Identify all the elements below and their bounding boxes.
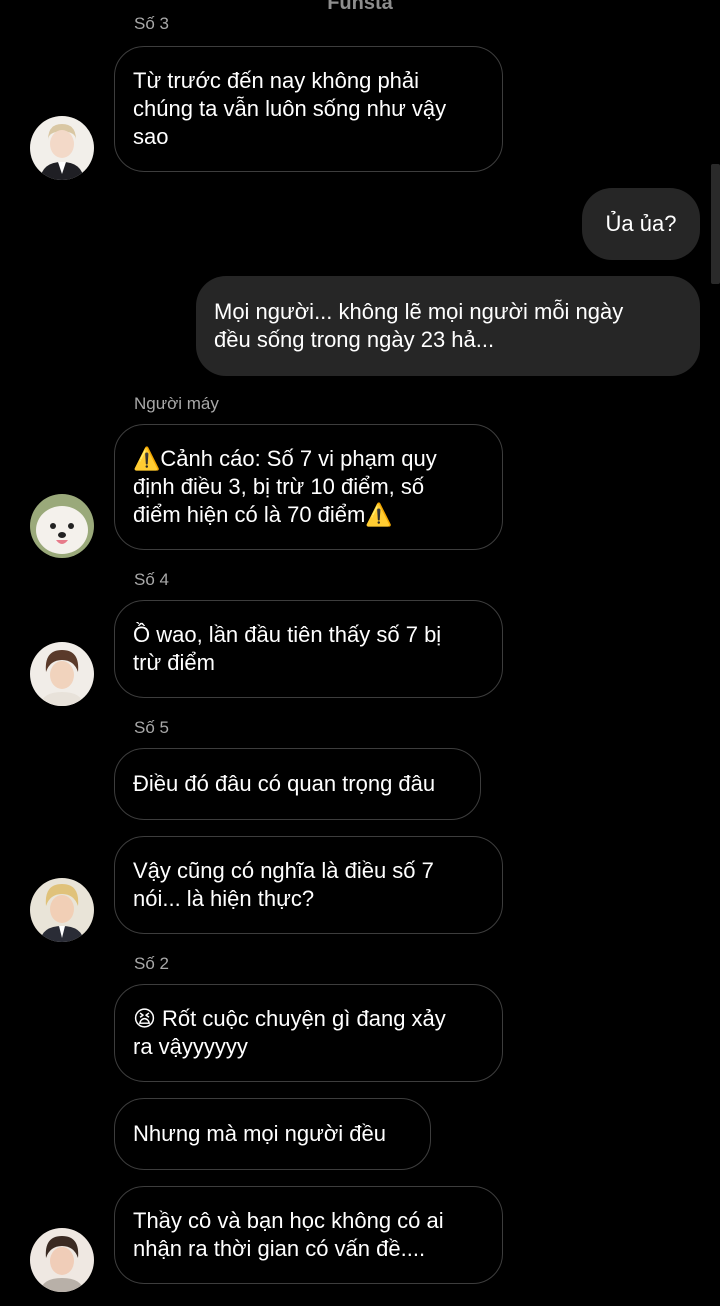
message-bubble[interactable]: Điều đó đâu có quan trọng đâu — [114, 748, 481, 820]
message-text: nhận ra thời gian có vấn đề.... — [133, 1236, 426, 1261]
message-text: điểm hiện có là 70 điểm⚠️ — [133, 502, 393, 527]
sender-name-so3: Số 3 — [134, 14, 169, 33]
message-text: Từ trước đến nay không phải — [133, 68, 420, 93]
boy-avatar-icon — [30, 642, 94, 706]
avatar-so5[interactable] — [30, 878, 94, 942]
sender-name-so5: Số 5 — [134, 718, 169, 737]
boy-avatar-icon — [30, 116, 94, 180]
message-text: đều sống trong ngày 23 hả... — [214, 327, 495, 352]
message-text: nói... là hiện thực? — [133, 886, 315, 911]
message-text: chúng ta vẫn luôn sống như vậy — [133, 96, 447, 121]
sender-name-robot: Người máy — [134, 394, 219, 413]
message-text: ra vậyyyyyy — [133, 1034, 248, 1059]
sender-name-so2: Số 2 — [134, 954, 169, 973]
dog-avatar-icon — [30, 494, 94, 558]
avatar-robot[interactable] — [30, 494, 94, 558]
message-bubble[interactable]: Thầy cô và bạn học không có ai nhận ra t… — [114, 1186, 503, 1284]
outgoing-message-bubble[interactable]: Ủa ủa? — [582, 188, 700, 260]
message-bubble[interactable]: Nhưng mà mọi người đều — [114, 1098, 431, 1170]
outgoing-message-bubble[interactable]: Mọi người... không lẽ mọi người mỗi ngày… — [196, 276, 700, 376]
message-text: 😫 Rốt cuộc chuyện gì đang xảy — [133, 1006, 446, 1031]
message-text: trừ điểm — [133, 650, 215, 675]
message-text: định điều 3, bị trừ 10 điểm, số — [133, 474, 425, 499]
message-bubble[interactable]: Từ trước đến nay không phải chúng ta vẫn… — [114, 46, 503, 172]
message-text: Ủa ủa? — [605, 211, 677, 236]
message-text: Điều đó đâu có quan trọng đâu — [133, 771, 436, 796]
sender-name-so4: Số 4 — [134, 570, 169, 589]
avatar-so3[interactable] — [30, 116, 94, 180]
message-text: ⚠️Cảnh cáo: Số 7 vi phạm quy — [133, 446, 437, 471]
message-text: Vậy cũng có nghĩa là điều số 7 — [133, 858, 434, 883]
boy-avatar-icon — [30, 1228, 94, 1292]
message-text: Nhưng mà mọi người đều — [133, 1121, 386, 1146]
message-bubble[interactable]: ⚠️Cảnh cáo: Số 7 vi phạm quy định điều 3… — [114, 424, 503, 550]
avatar-so4[interactable] — [30, 642, 94, 706]
scrollbar[interactable] — [711, 164, 720, 284]
message-bubble[interactable]: Ồ wao, lần đầu tiên thấy số 7 bị trừ điể… — [114, 600, 503, 698]
message-text: sao — [133, 124, 169, 149]
chat-title: Funsta — [327, 0, 393, 14]
boy-avatar-icon — [30, 878, 94, 942]
message-text: Mọi người... không lẽ mọi người mỗi ngày — [214, 299, 624, 324]
message-text: Thầy cô và bạn học không có ai — [133, 1208, 444, 1233]
message-bubble[interactable]: Vậy cũng có nghĩa là điều số 7 nói... là… — [114, 836, 503, 934]
message-bubble[interactable]: 😫 Rốt cuộc chuyện gì đang xảy ra vậyyyyy… — [114, 984, 503, 1082]
message-text: Ồ wao, lần đầu tiên thấy số 7 bị — [133, 622, 442, 647]
avatar-so2[interactable] — [30, 1228, 94, 1292]
